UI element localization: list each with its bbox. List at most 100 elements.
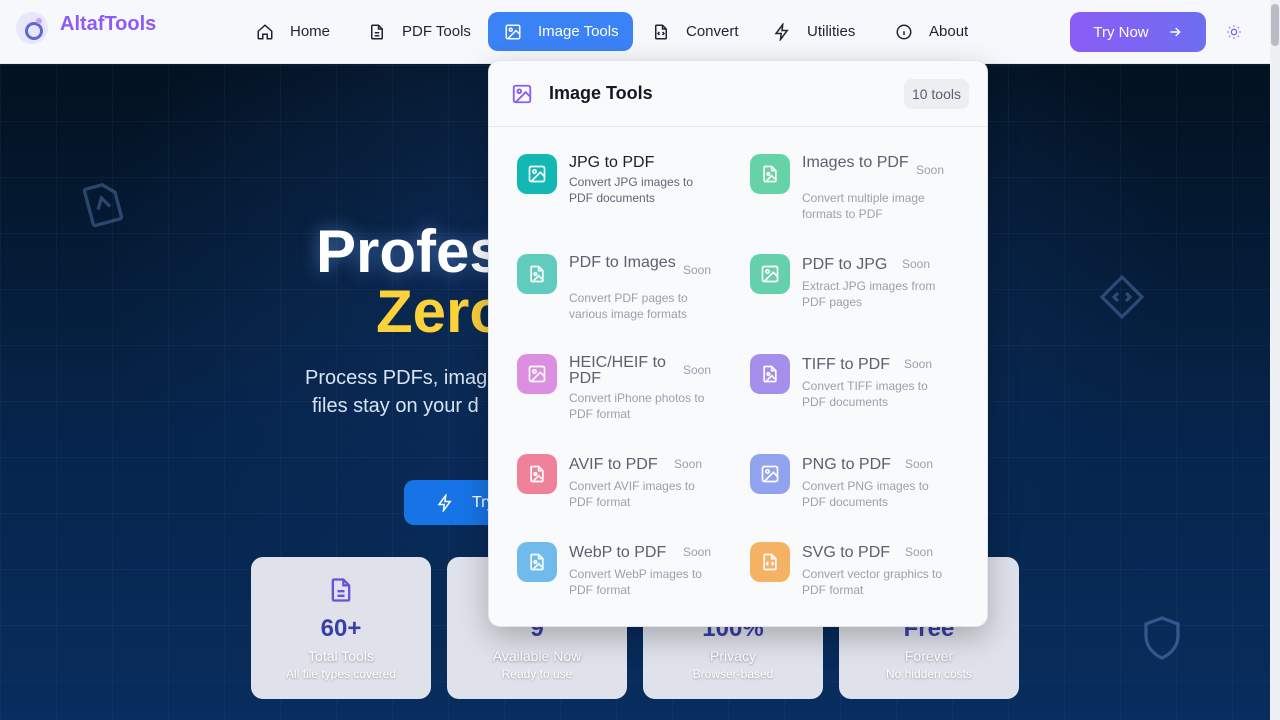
scrollbar-thumb[interactable] — [1271, 4, 1279, 46]
tool-webp-to-pdf[interactable]: WebP to PDF Soon Convert WebP images to … — [517, 542, 737, 622]
image-tools-dropdown: Image Tools 10 tools JPG to PDF Convert … — [488, 60, 988, 627]
file-image-icon — [750, 354, 790, 394]
nav-pdf-tools-label: PDF Tools — [402, 23, 471, 40]
tool-name: PNG to PDF — [802, 456, 891, 473]
image-icon — [517, 154, 557, 194]
nav-utilities-label: Utilities — [807, 23, 856, 40]
tool-description: Convert WebP images to PDF format — [569, 567, 702, 597]
tool-png-to-pdf[interactable]: PNG to PDF Soon Convert PNG images to PD… — [750, 454, 970, 534]
soon-badge: Soon — [683, 363, 712, 377]
tool-count-badge: 10 tools — [903, 79, 969, 109]
nav-convert[interactable]: Convert — [652, 12, 742, 51]
tool-name: SVG to PDF — [802, 544, 891, 561]
shield-icon — [1144, 616, 1180, 660]
stat-label: Total Tools — [308, 648, 374, 664]
stat-card: 60+ Total Tools All file types covered — [251, 557, 431, 699]
stat-sub: No hidden costs — [885, 667, 973, 681]
tool-heic-to-pdf[interactable]: HEIC/HEIF to PDF Soon Convert iPhone pho… — [517, 354, 737, 434]
file-edit-icon — [82, 183, 124, 228]
stat-label: Privacy — [710, 648, 756, 664]
tool-description: Convert vector graphics to PDF format — [802, 567, 943, 597]
tool-pdf-to-images[interactable]: PDF to Images Soon Convert PDF pages to … — [517, 254, 737, 334]
stat-label: Forever — [904, 648, 954, 664]
zap-icon — [774, 22, 789, 41]
tool-name: PDF to Images — [569, 254, 676, 271]
image-icon — [750, 454, 790, 494]
dropdown-header: Image Tools 10 tools — [489, 61, 987, 127]
nav-image-tools[interactable]: Image Tools — [488, 12, 633, 51]
file-image-icon — [517, 254, 557, 294]
stat-sub: Ready to use — [501, 667, 573, 681]
tool-name: JPG to PDF — [569, 154, 655, 171]
nav-home[interactable]: Home — [256, 12, 336, 51]
file-text-icon — [371, 24, 383, 39]
tool-description: Convert iPhone photos to PDF format — [569, 391, 705, 421]
tool-images-to-pdf[interactable]: Images to PDF Soon Convert multiple imag… — [750, 154, 970, 234]
tool-avif-to-pdf[interactable]: AVIF to PDF Soon Convert AVIF images to … — [517, 454, 737, 534]
tool-description: Convert TIFF images to PDF documents — [802, 379, 928, 409]
soon-badge: Soon — [905, 545, 934, 559]
file-code-icon — [750, 542, 790, 582]
info-icon — [896, 24, 912, 39]
stat-label: Available Now — [492, 648, 582, 664]
tool-pdf-to-jpg[interactable]: PDF to JPG Soon Extract JPG images from … — [750, 254, 970, 334]
soon-badge: Soon — [674, 457, 703, 471]
stat-value: 60+ — [320, 615, 362, 642]
nav-utilities[interactable]: Utilities — [773, 12, 863, 51]
nav-about[interactable]: About — [895, 12, 975, 51]
file-text-icon — [331, 578, 351, 602]
logo-text: AltafTools — [60, 13, 156, 35]
tool-name: WebP to PDF — [569, 544, 667, 561]
tool-description: Extract JPG images from PDF pages — [802, 279, 936, 309]
file-image-icon — [517, 542, 557, 582]
nav-image-tools-label: Image Tools — [538, 23, 619, 40]
image-icon — [505, 24, 521, 39]
tool-description: Convert PNG images to PDF documents — [802, 479, 929, 509]
tool-description: Convert AVIF images to PDF format — [569, 479, 695, 509]
home-icon — [257, 23, 273, 39]
hero-title-line-2: Zero — [376, 278, 507, 345]
soon-badge: Soon — [904, 357, 933, 371]
soon-badge: Soon — [683, 263, 712, 277]
nav-pdf-tools[interactable]: PDF Tools — [368, 12, 472, 51]
try-now-label: Try Now — [1093, 23, 1149, 41]
file-image-icon — [750, 154, 790, 194]
tool-name: AVIF to PDF — [569, 456, 658, 473]
scrollbar-track[interactable] — [1270, 0, 1280, 720]
hero-title-line-1: Profes — [316, 218, 503, 285]
try-now-button[interactable]: Try Now — [1070, 12, 1206, 52]
sun-icon — [1227, 25, 1241, 39]
logo[interactable]: AltafTools — [16, 12, 156, 44]
soon-badge: Soon — [905, 457, 934, 471]
image-icon — [750, 254, 790, 294]
tool-jpg-to-pdf[interactable]: JPG to PDF Convert JPG images to PDF doc… — [517, 154, 737, 234]
soon-badge: Soon — [683, 545, 712, 559]
theme-toggle-button[interactable] — [1222, 20, 1246, 44]
image-icon — [517, 354, 557, 394]
hero-subtitle-line-2: files stay on your d — [312, 395, 479, 417]
file-image-icon — [517, 454, 557, 494]
logo-icon — [16, 12, 48, 44]
diamond-code-icon — [1099, 274, 1145, 320]
tool-description: Convert JPG images to PDF documents — [569, 175, 694, 205]
soon-badge: Soon — [916, 163, 945, 177]
arrow-right-icon — [1169, 27, 1181, 37]
image-icon — [512, 84, 532, 104]
file-code-icon — [655, 24, 667, 39]
dropdown-title: Image Tools — [549, 83, 653, 103]
soon-badge: Soon — [902, 257, 931, 271]
stat-sub: All file types covered — [285, 667, 397, 681]
nav-convert-label: Convert — [686, 23, 739, 40]
tool-name: PDF to JPG — [802, 256, 888, 273]
tool-svg-to-pdf[interactable]: SVG to PDF Soon Convert vector graphics … — [750, 542, 970, 622]
top-navbar: AltafTools Home PDF Tools Image Tools Co… — [0, 0, 1280, 64]
tool-tiff-to-pdf[interactable]: TIFF to PDF Soon Convert TIFF images to … — [750, 354, 970, 434]
tool-name: TIFF to PDF — [802, 356, 890, 373]
stat-sub: Browser-based — [692, 667, 774, 681]
nav-about-label: About — [929, 23, 969, 40]
tool-description: Convert multiple image formats to PDF — [802, 191, 925, 221]
zap-icon — [437, 493, 452, 512]
nav-home-label: Home — [290, 23, 331, 40]
hero-subtitle-line-1: Process PDFs, imag — [305, 367, 488, 389]
tool-description: Convert PDF pages to various image forma… — [569, 291, 688, 321]
